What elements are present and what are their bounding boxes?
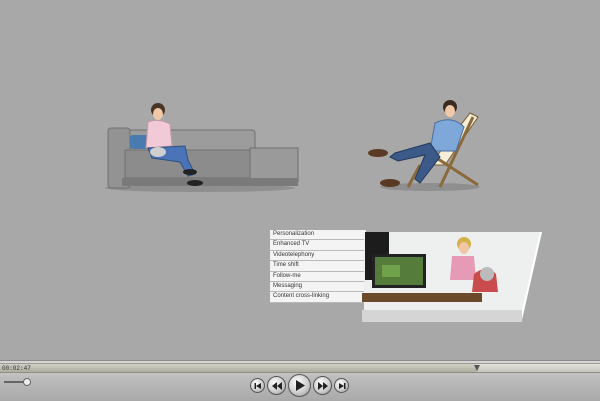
player-control-bar: 00:02:47 [0, 360, 600, 401]
menu-item-content-cross-linking[interactable]: Content cross-linking [270, 292, 366, 303]
skip-forward-icon [338, 382, 345, 389]
fast-forward-icon [317, 381, 328, 390]
woman-on-sofa-illustration [105, 103, 299, 192]
skip-back-button[interactable] [250, 378, 265, 393]
elapsed-time: 00:02:47 [2, 365, 31, 372]
fast-forward-button[interactable] [313, 376, 332, 395]
timeline-scrubber[interactable] [0, 363, 600, 373]
menu-item-time-shift[interactable]: Time shift [270, 261, 366, 272]
playhead-marker[interactable] [474, 365, 480, 371]
volume-slider-knob[interactable] [23, 378, 32, 386]
rewind-button[interactable] [267, 376, 286, 395]
presentation-stage: Personalization Enhanced TV Videotelepho… [0, 0, 600, 360]
rewind-icon [271, 381, 282, 390]
living-room-scene-thumbnail [362, 232, 542, 322]
menu-item-messaging[interactable]: Messaging [270, 281, 366, 293]
timeline-progress [0, 364, 477, 372]
skip-back-icon [254, 382, 261, 389]
play-button[interactable] [288, 374, 311, 397]
menu-item-enhanced-tv[interactable]: Enhanced TV [270, 240, 366, 251]
man-on-deck-chair-illustration [368, 100, 480, 191]
menu-item-videotelephony[interactable]: Videotelephony [270, 250, 366, 262]
feature-menu: Personalization Enhanced TV Videotelepho… [270, 230, 366, 303]
menu-item-follow-me[interactable]: Follow-me [270, 271, 366, 282]
skip-forward-button[interactable] [334, 378, 349, 393]
menu-item-personalization[interactable]: Personalization [270, 230, 366, 241]
play-icon [295, 380, 305, 391]
